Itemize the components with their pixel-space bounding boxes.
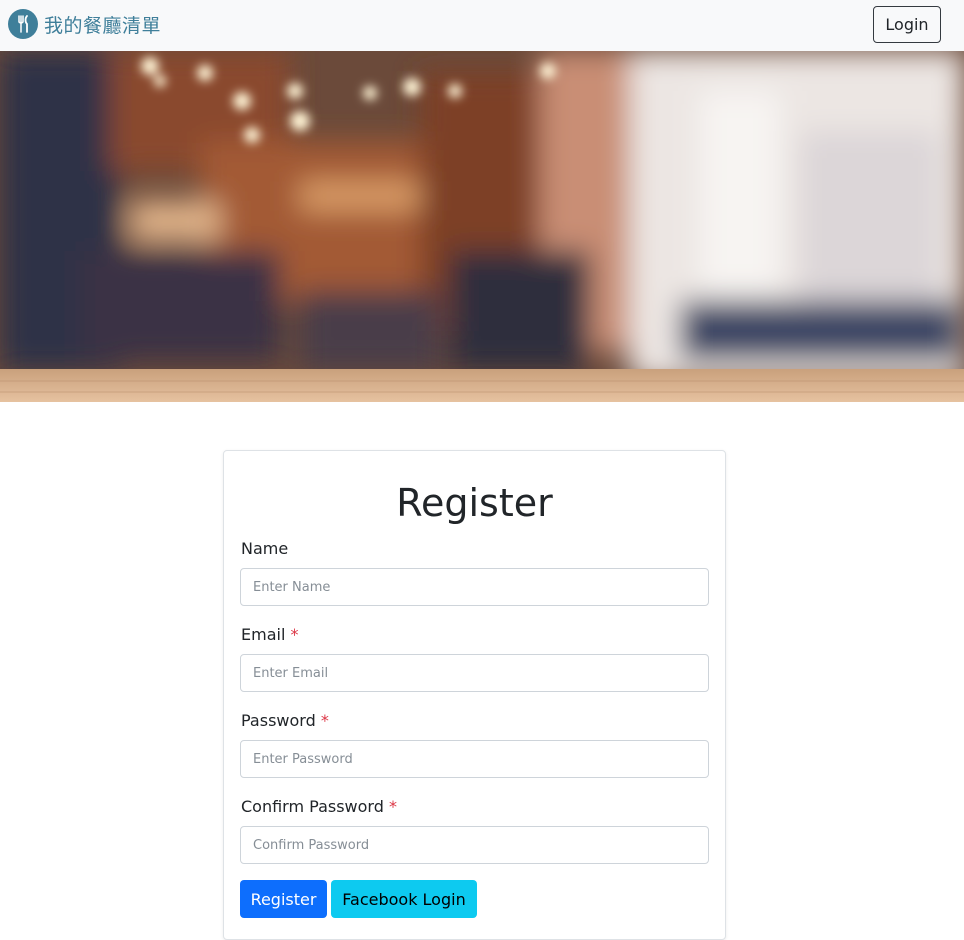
navbar: 我的餐廳清單 Login [0,0,964,51]
required-marker: * [320,711,329,730]
brand-link[interactable]: 我的餐廳清單 [8,8,161,40]
name-input[interactable] [240,568,709,606]
login-button[interactable]: Login [873,6,941,43]
email-label: Email * [241,625,299,644]
register-card: Register Name Email * Password * Confirm… [223,450,726,940]
password-input[interactable] [240,740,709,778]
name-label: Name [241,539,289,558]
register-title: Register [396,481,553,525]
email-input[interactable] [240,654,709,692]
confirm-password-input[interactable] [240,826,709,864]
brand-title: 我的餐廳清單 [44,14,162,37]
password-label: Password * [241,711,329,730]
facebook-login-button[interactable]: Facebook Login [331,880,477,918]
fork-knife-icon [8,9,38,39]
confirm-password-label: Confirm Password * [241,797,397,816]
register-button[interactable]: Register [240,880,327,918]
hero-banner-image [0,51,964,402]
required-marker: * [290,625,299,644]
required-marker: * [388,797,397,816]
